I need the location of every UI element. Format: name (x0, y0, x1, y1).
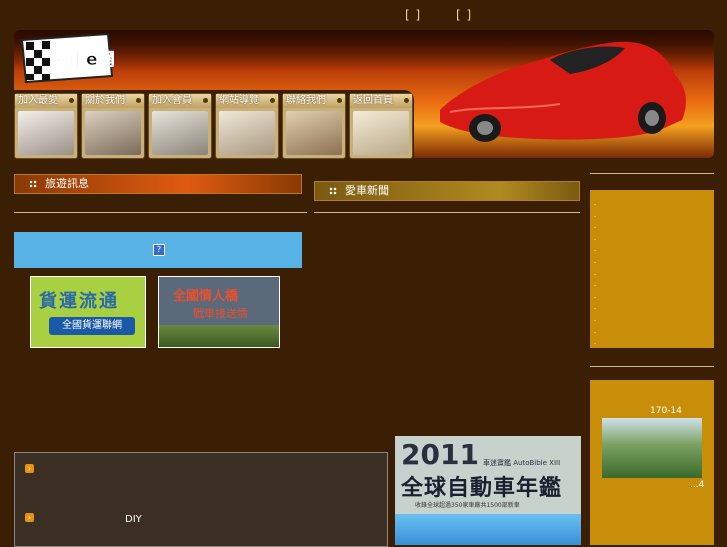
book-year: 2011 (401, 438, 479, 471)
book-subtitle: 收錄全球超過350家車廠共1500部新車 (415, 502, 520, 509)
nav-home[interactable]: 返回首頁 (349, 93, 413, 159)
ad-lovers-bridge[interactable]: 全國情人橋 戰車接送情 (158, 276, 280, 348)
bottom-list-box: › › DIY (14, 452, 388, 547)
ad2-ground (159, 325, 279, 347)
book-cover-art (395, 514, 581, 545)
grip-icon (29, 180, 37, 188)
nav-label: 返回首頁 (350, 94, 412, 108)
ad2-title: 全國情人橋 (173, 289, 239, 304)
nav-label: 加入會員 (149, 94, 211, 108)
divider (590, 173, 714, 174)
nav-bar: 加入最愛 關於我們 加入會員 網站導覽 聯絡我們 返回首頁 (14, 90, 414, 159)
ad1-title: 貨運流通 (39, 291, 119, 312)
nav-site-guide[interactable]: 網站導覽 (215, 93, 279, 159)
nav-label: 加入最愛 (15, 94, 77, 108)
grip-icon (329, 187, 337, 195)
nav-label: 網站導覽 (216, 94, 278, 108)
top-link-2[interactable]: [ ] (456, 8, 472, 22)
car-photo (85, 111, 141, 155)
location-photo[interactable] (602, 418, 702, 478)
site-logo[interactable]: 愛車e網 (18, 32, 114, 84)
logo-text: 愛車e網 (52, 49, 114, 70)
dot-icon (270, 98, 275, 103)
car-photo (18, 111, 74, 155)
ad2-subtitle: 戰車接送情 (193, 307, 248, 320)
right-panel-top: · · · · · · · · · · · · · (590, 190, 714, 348)
car-photo (353, 111, 409, 155)
dot-icon (203, 98, 208, 103)
car-news-title: 愛車新聞 (345, 184, 389, 197)
right-panel-bullets: · · · · · · · · · · · · · (594, 201, 597, 349)
ad-freight-network[interactable]: 貨運流通 全國貨運聯網 (30, 276, 146, 348)
top-links: [ ] [ ] (405, 8, 502, 22)
car-photo (152, 111, 208, 155)
book-ad-autobible[interactable]: 2011 車迷寶鑑 AutoBible XIII 全球自動車年鑑 收錄全球超過3… (395, 436, 581, 545)
car-photo (286, 111, 342, 155)
divider (590, 366, 714, 367)
ad1-subtitle: 全國貨運聯網 (49, 317, 135, 335)
bottom-list-item-2[interactable]: DIY (125, 514, 142, 525)
divider (14, 212, 307, 213)
help-icon[interactable]: ? (153, 244, 165, 256)
travel-info-title: 旅遊訊息 (45, 177, 89, 190)
nav-label: 關於我們 (82, 94, 144, 108)
car-image (440, 41, 686, 142)
book-series: 車迷寶鑑 AutoBible XIII (483, 459, 561, 467)
nav-about-us[interactable]: 關於我們 (81, 93, 145, 159)
divider (314, 212, 580, 213)
dot-icon (69, 98, 74, 103)
right-panel-bottom: 170-14 ...4 (590, 380, 714, 545)
nav-join-member[interactable]: 加入會員 (148, 93, 212, 159)
arrow-right-icon: › (25, 464, 34, 473)
dot-icon (337, 98, 342, 103)
arrow-right-icon: › (25, 513, 34, 522)
dot-icon (136, 98, 141, 103)
dot-icon (404, 98, 409, 103)
car-photo (219, 111, 275, 155)
nav-contact-us[interactable]: 聯絡我們 (282, 93, 346, 159)
right-panel-caption: ...4 (690, 480, 705, 490)
nav-add-favorite[interactable]: 加入最愛 (14, 93, 78, 159)
right-panel-label: 170-14 (650, 406, 682, 416)
nav-label: 聯絡我們 (283, 94, 345, 108)
top-link-1[interactable]: [ ] (405, 8, 421, 22)
travel-info-header: 旅遊訊息 (14, 174, 302, 194)
car-news-header: 愛車新聞 (314, 181, 580, 201)
book-title: 全球自動車年鑑 (401, 476, 563, 501)
